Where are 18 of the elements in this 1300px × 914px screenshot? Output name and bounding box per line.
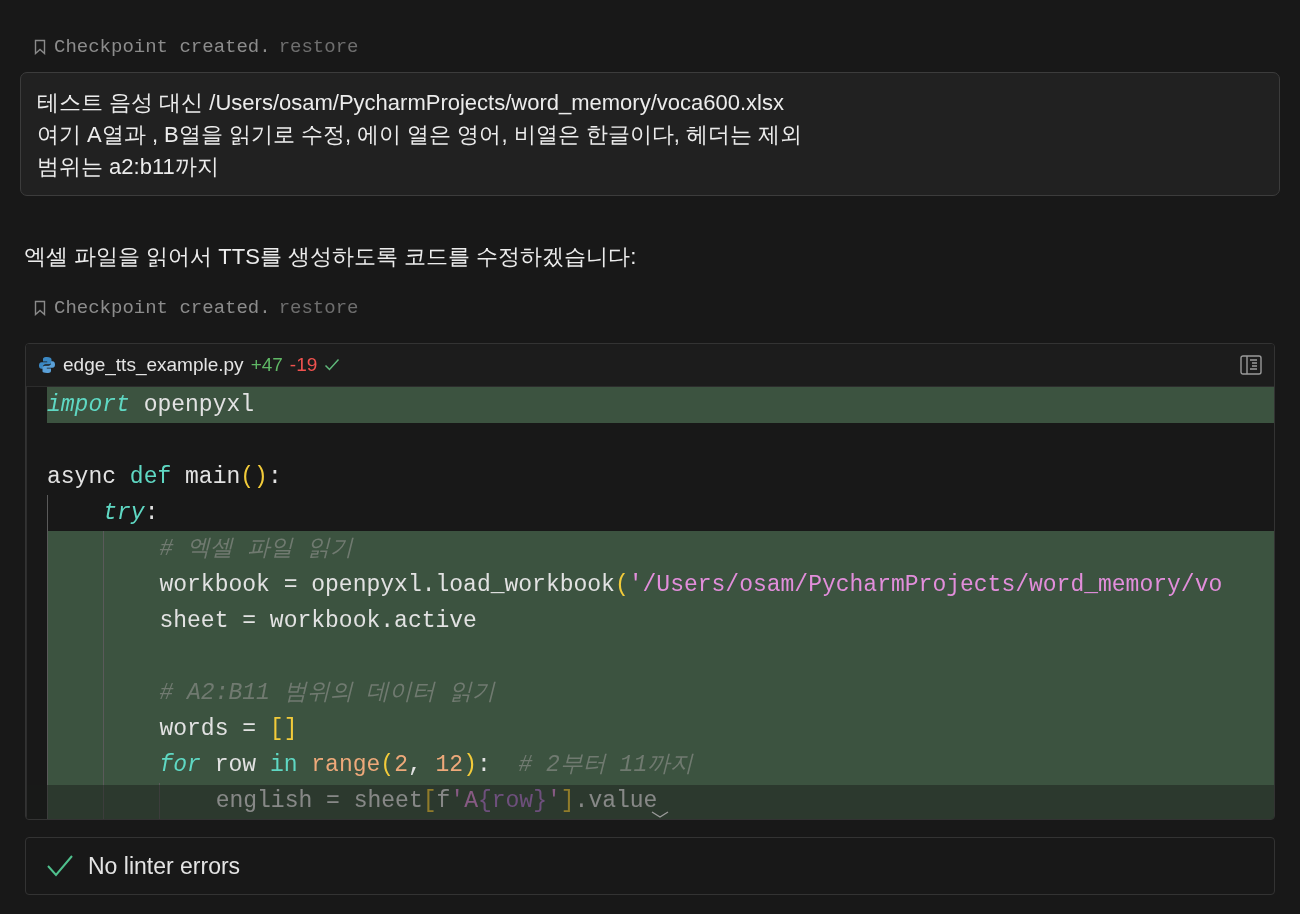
linter-status: No linter errors [88,851,241,881]
python-icon [38,356,56,374]
message-line: 여기 A열과 , B열을 읽기로 수정, 에이 열은 영어, 비열은 한글이다, 헤더는 제외 [37,121,804,149]
message-line: 범위는 a2:b11까지 [37,153,220,181]
code-line: async def main(): [47,463,283,492]
restore-link[interactable]: restore [278,32,359,62]
panel-icon[interactable] [1240,355,1262,375]
checkpoint-status: Checkpoint created. [54,34,271,60]
file-name[interactable]: edge_tts_example.py [63,350,244,380]
additions-count: +47 [250,352,283,377]
bookmark-icon [34,300,46,316]
message-line: 테스트 음성 대신 /Users/osam/PycharmProjects/word_memory/voca600.xlsx [37,89,785,117]
bookmark-icon [34,39,46,55]
restore-link[interactable]: restore [278,293,359,323]
assistant-message: 엑셀 파일을 읽어서 TTS를 생성하도록 코드를 수정하겠습니다: [24,243,638,271]
checkpoint-status: Checkpoint created. [54,295,271,321]
chevron-down-icon [650,811,669,818]
deletions-count: -19 [289,352,318,377]
